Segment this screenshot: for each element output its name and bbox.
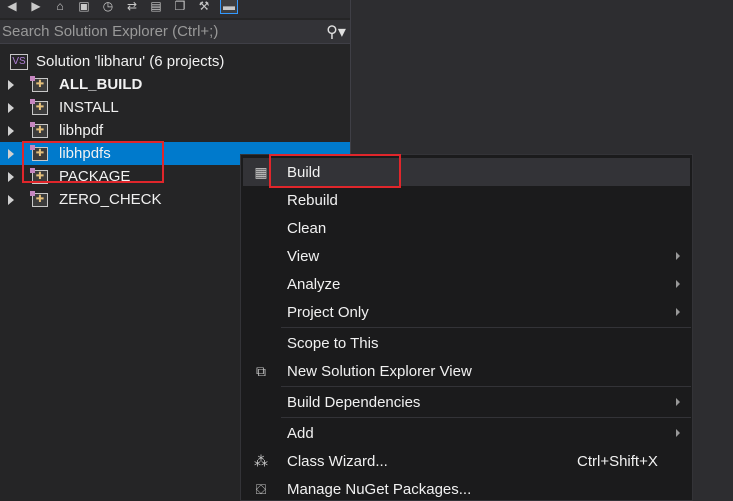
submenu-arrow-icon — [676, 429, 680, 437]
back-icon[interactable]: ◀ — [4, 0, 20, 13]
submenu-arrow-icon — [676, 308, 680, 316]
menu-item-label: Build Dependencies — [287, 393, 421, 411]
menu-item-clean[interactable]: Clean — [243, 214, 690, 242]
forward-icon[interactable]: ▶ — [28, 0, 44, 13]
tree-solution-node[interactable]: VS Solution 'libharu' (6 projects) — [0, 50, 350, 73]
menu-item-label: Add — [287, 424, 314, 442]
project-label: ZERO_CHECK — [59, 191, 162, 208]
nuget-icon: ⛋ — [255, 481, 267, 497]
search-icon[interactable]: ⚲▾ — [322, 22, 350, 42]
solution-label: Solution 'libharu' (6 projects) — [36, 53, 225, 70]
menu-item-shortcut: Ctrl+Shift+X — [577, 452, 658, 470]
sync-icon[interactable]: ⇄ — [124, 0, 140, 13]
expand-icon[interactable] — [8, 171, 14, 182]
menu-item-label: Scope to This — [287, 334, 379, 352]
project-icon: ✚ — [30, 121, 48, 138]
properties-icon[interactable]: ⚒ — [196, 0, 212, 13]
project-icon: ✚ — [30, 75, 48, 92]
new-view-icon: ⧉ — [256, 363, 266, 379]
expand-icon[interactable] — [8, 125, 14, 136]
menu-item-label: View — [287, 247, 320, 265]
search-bar: ⚲▾ — [0, 20, 350, 44]
menu-item-label: Project Only — [287, 303, 369, 321]
copy-icon[interactable]: ❐ — [172, 0, 188, 13]
menu-separator — [281, 327, 691, 328]
screen: ◀ ▶ ⌂ ▣ ◷ ⇄ ▤ ❐ ⚒ ▬ ⚲▾ VS Solution 'libh… — [0, 0, 733, 501]
menu-item-project-only[interactable]: Project Only — [243, 298, 690, 326]
tree-project-install[interactable]: ✚ INSTALL — [0, 96, 350, 119]
menu-item-build[interactable]: ▦ Build — [243, 158, 690, 186]
history-icon[interactable]: ◷ — [100, 0, 116, 13]
menu-item-analyze[interactable]: Analyze — [243, 270, 690, 298]
menu-item-new-solution-explorer-view[interactable]: ⧉ New Solution Explorer View — [243, 357, 690, 385]
context-menu: ▦ Build Rebuild Clean View Analyze Proje… — [240, 154, 693, 501]
project-label: PACKAGE — [59, 168, 131, 185]
project-label: INSTALL — [59, 99, 119, 116]
menu-item-add[interactable]: Add — [243, 419, 690, 447]
expand-icon[interactable] — [8, 194, 14, 205]
build-icon: ▦ — [254, 164, 268, 180]
project-label: libhpdf — [59, 122, 104, 139]
expand-icon[interactable] — [8, 79, 14, 90]
menu-item-label: Rebuild — [287, 191, 338, 209]
menu-item-label: Analyze — [287, 275, 341, 293]
submenu-arrow-icon — [676, 398, 680, 406]
tree-project-libhpdf[interactable]: ✚ libhpdf — [0, 119, 350, 142]
solution-icon: VS — [10, 53, 28, 70]
menu-item-label: New Solution Explorer View — [287, 362, 472, 380]
menu-item-manage-nuget[interactable]: ⛋ Manage NuGet Packages... — [243, 475, 690, 500]
project-label: libhpdfs — [59, 145, 111, 162]
menu-separator — [281, 386, 691, 387]
project-icon: ✚ — [30, 98, 48, 115]
menu-item-view[interactable]: View — [243, 242, 690, 270]
switch-views-icon[interactable]: ▣ — [76, 0, 92, 13]
menu-separator — [281, 417, 691, 418]
collapse-icon[interactable]: ▤ — [148, 0, 164, 13]
tree-project-all-build[interactable]: ✚ ALL_BUILD — [0, 73, 350, 96]
menu-item-label: Clean — [287, 219, 327, 237]
menu-item-class-wizard[interactable]: ⁂ Class Wizard... Ctrl+Shift+X — [243, 447, 690, 475]
project-icon: ✚ — [30, 190, 48, 207]
menu-item-build-dependencies[interactable]: Build Dependencies — [243, 388, 690, 416]
project-icon: ✚ — [30, 167, 48, 184]
menu-item-label: Class Wizard... — [287, 452, 388, 470]
menu-item-label: Manage NuGet Packages... — [287, 480, 472, 498]
submenu-arrow-icon — [676, 280, 680, 288]
menu-item-scope-to-this[interactable]: Scope to This — [243, 329, 690, 357]
class-wizard-icon: ⁂ — [254, 453, 268, 469]
home-icon[interactable]: ⌂ — [52, 0, 68, 13]
submenu-arrow-icon — [676, 252, 680, 260]
search-input[interactable] — [0, 22, 322, 41]
preview-icon[interactable]: ▬ — [220, 0, 238, 14]
project-label: ALL_BUILD — [59, 76, 143, 93]
menu-item-label: Build — [287, 163, 321, 181]
expand-icon[interactable] — [8, 148, 14, 159]
expand-icon[interactable] — [8, 102, 14, 113]
project-icon: ✚ — [30, 144, 48, 161]
menu-item-rebuild[interactable]: Rebuild — [243, 186, 690, 214]
solution-explorer-toolbar: ◀ ▶ ⌂ ▣ ◷ ⇄ ▤ ❐ ⚒ ▬ — [0, 0, 350, 18]
